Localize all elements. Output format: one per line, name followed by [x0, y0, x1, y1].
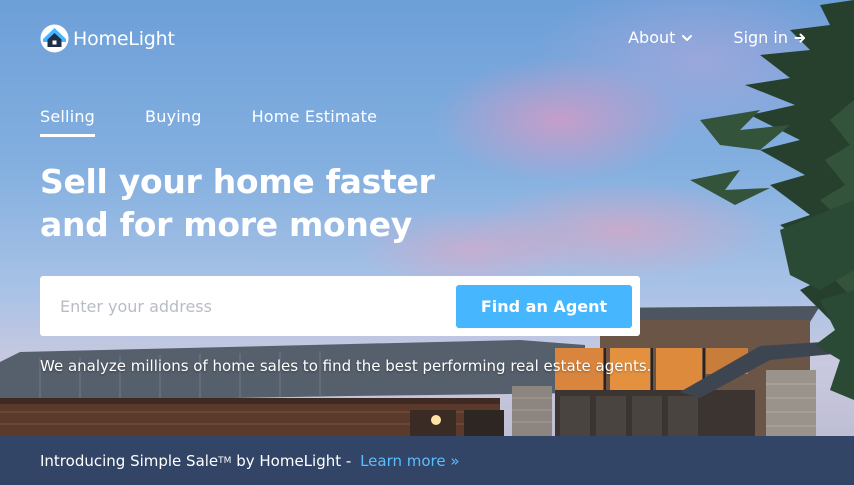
brand-name: HomeLight — [73, 27, 175, 50]
learn-more-link[interactable]: Learn more » — [360, 452, 460, 470]
banner-text-prefix: Introducing Simple Sale — [40, 451, 219, 470]
headline-line-2: and for more money — [40, 205, 412, 244]
tab-home-estimate[interactable]: Home Estimate — [252, 107, 378, 137]
tab-buying[interactable]: Buying — [145, 107, 202, 137]
house-logo-icon — [40, 24, 69, 53]
about-label: About — [628, 28, 676, 47]
service-tabs: Selling Buying Home Estimate — [40, 107, 377, 137]
hero-subtext: We analyze millions of home sales to fin… — [40, 357, 652, 375]
find-agent-button[interactable]: Find an Agent — [456, 284, 632, 328]
tab-selling[interactable]: Selling — [40, 107, 96, 137]
headline-line-1: Sell your home faster — [40, 162, 435, 201]
top-navigation: About Sign in — [628, 28, 806, 47]
address-input[interactable] — [60, 296, 456, 316]
chevron-down-icon — [682, 34, 693, 41]
page-headline: Sell your home faster and for more money — [40, 160, 435, 246]
homelight-logo[interactable]: HomeLight — [40, 24, 175, 53]
address-search-box: Find an Agent — [40, 276, 640, 336]
simple-sale-banner: Introducing Simple Sale TM by HomeLight -… — [0, 436, 854, 485]
about-menu[interactable]: About — [628, 28, 693, 47]
sign-in-link[interactable]: Sign in — [733, 28, 806, 47]
banner-text-suffix: by HomeLight - — [231, 451, 357, 470]
sign-in-label: Sign in — [733, 28, 788, 47]
trademark-mark: TM — [218, 455, 232, 466]
arrow-right-icon — [794, 33, 805, 42]
